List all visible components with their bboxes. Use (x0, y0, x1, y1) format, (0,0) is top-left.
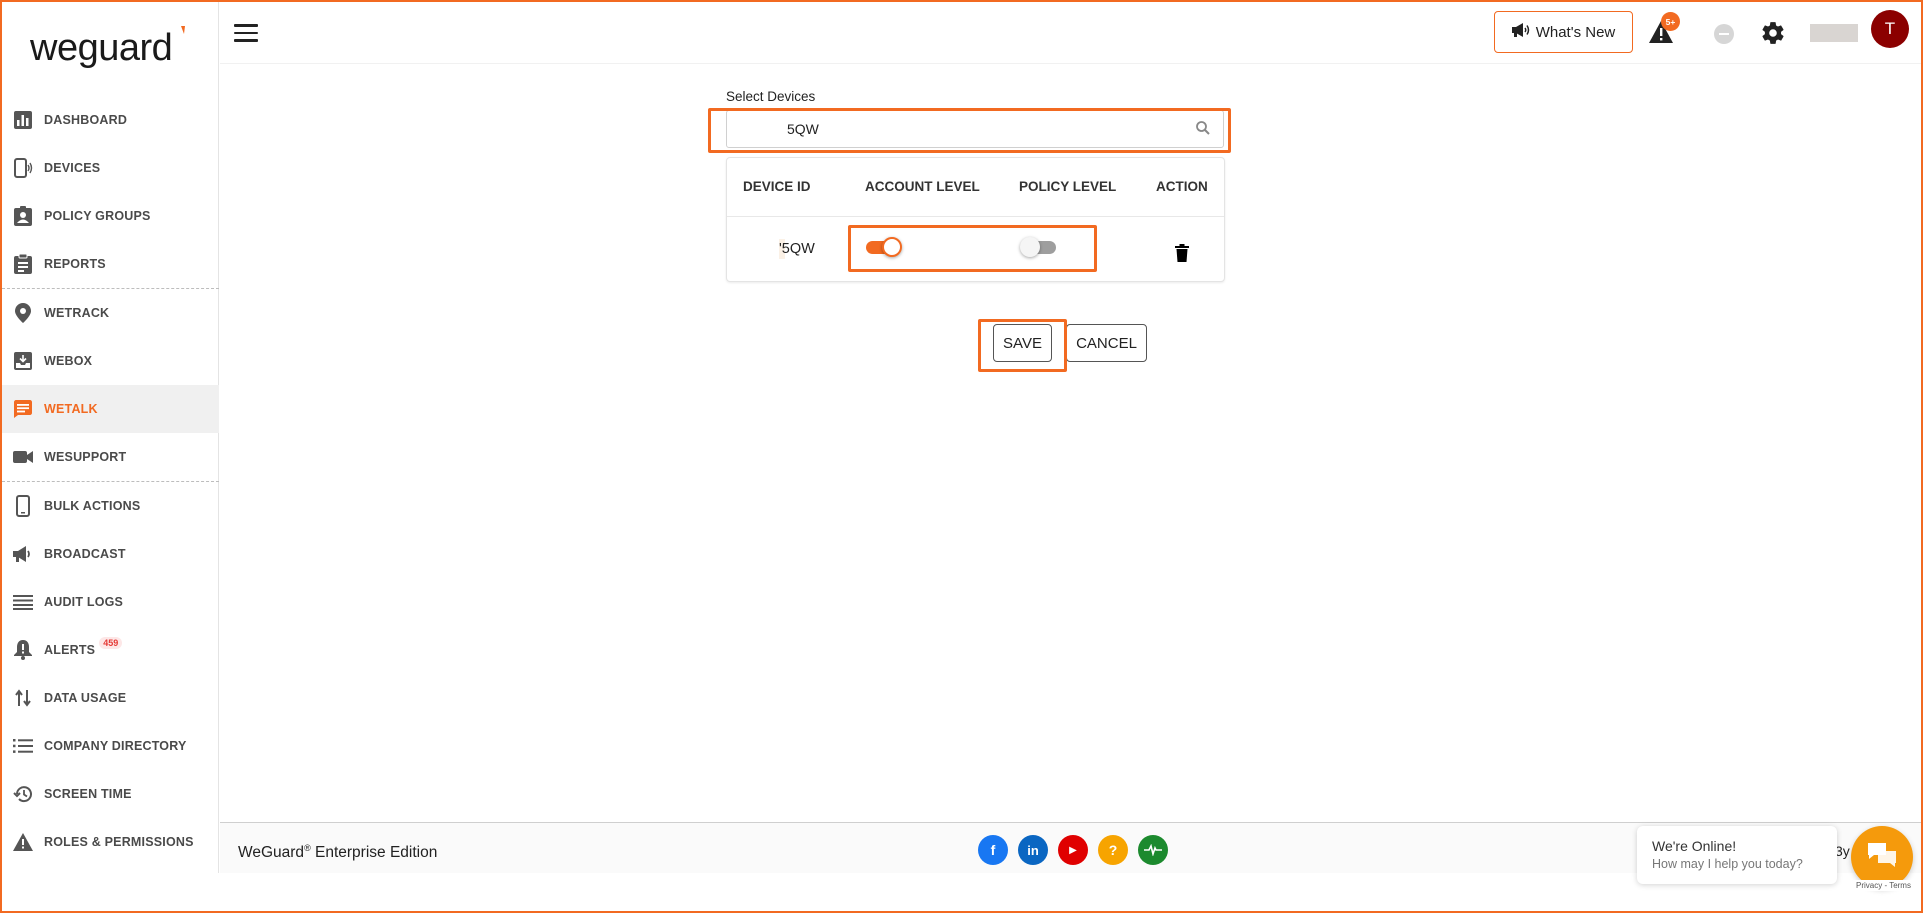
badge-icon (12, 205, 34, 227)
chat-launcher-button[interactable] (1851, 826, 1913, 888)
phone-icon (12, 495, 34, 517)
sidebar-item-label: DEVICES (44, 161, 101, 175)
sidebar-item-label: WESUPPORT (44, 450, 127, 464)
sidebar-item-label: AUDIT LOGS (44, 595, 124, 609)
linkedin-icon[interactable]: in (1018, 835, 1048, 865)
save-button[interactable]: SAVE (993, 324, 1052, 362)
chat-icon (12, 398, 34, 420)
table-row: '5QW (727, 217, 1224, 282)
sidebar-item-label: BULK ACTIONS (44, 499, 141, 513)
bulleted-list-icon (12, 735, 34, 757)
select-devices-label: Select Devices (726, 89, 816, 104)
sidebar-item-label: WETRACK (44, 306, 110, 320)
user-name-placeholder (1810, 24, 1858, 42)
policy-level-toggle[interactable] (1020, 237, 1058, 257)
cancel-button[interactable]: CANCEL (1066, 324, 1147, 362)
megaphone-icon (12, 543, 34, 565)
sidebar-item-policy-groups[interactable]: POLICY GROUPS (2, 192, 219, 240)
delete-icon[interactable] (1175, 244, 1189, 262)
bar-chart-icon (12, 109, 34, 131)
edition-text: WeGuard® Enterprise Edition (238, 843, 438, 862)
sidebar-item-audit-logs[interactable]: AUDIT LOGS (2, 578, 219, 626)
top-header: What's New 5+ T (220, 2, 1921, 64)
sidebar-item-label: POLICY GROUPS (44, 209, 151, 223)
whats-new-button[interactable]: What's New (1494, 11, 1633, 53)
arrows-updown-icon (12, 687, 34, 709)
clipboard-icon (12, 253, 34, 275)
svg-text:weguard: weguard (29, 27, 172, 69)
sidebar-item-label: WETALK (44, 402, 98, 416)
chat-subtitle: How may I help you today? (1652, 857, 1803, 871)
gear-icon[interactable] (1760, 20, 1786, 46)
sidebar-item-devices[interactable]: DEVICES (2, 144, 219, 192)
sidebar-item-bulk-actions[interactable]: BULK ACTIONS (2, 482, 219, 530)
sidebar-item-label: COMPANY DIRECTORY (44, 739, 187, 753)
bell-icon (12, 639, 34, 661)
devices-icon (12, 157, 34, 179)
sidebar-item-label: BROADCAST (44, 547, 126, 561)
youtube-icon[interactable]: ▶ (1058, 835, 1088, 865)
device-search-box (726, 110, 1224, 148)
status-pulse-icon[interactable] (1138, 835, 1168, 865)
device-id-cell: '5QW (779, 241, 815, 257)
facebook-icon[interactable]: f (978, 835, 1008, 865)
sidebar-item-broadcast[interactable]: BROADCAST (2, 530, 219, 578)
recaptcha-badge[interactable]: Privacy - Terms (1853, 880, 1914, 891)
sidebar-item-webox[interactable]: WEBOX (2, 337, 219, 385)
chat-title: We're Online! (1652, 838, 1737, 854)
status-indicator-icon (1714, 24, 1734, 44)
sidebar-item-dashboard[interactable]: DASHBOARD (2, 96, 219, 144)
sidebar-nav: DASHBOARD DEVICES POLICY GROUPS REPORTS (2, 96, 219, 866)
account-level-toggle[interactable] (864, 237, 902, 257)
whats-new-label: What's New (1535, 23, 1616, 41)
header-alert-count-badge: 5+ (1661, 12, 1680, 31)
video-camera-icon (12, 446, 34, 468)
inbox-icon (12, 350, 34, 372)
search-icon[interactable] (1195, 120, 1211, 136)
col-policy-level: POLICY LEVEL (1019, 179, 1117, 194)
warning-triangle-icon (12, 831, 34, 853)
sidebar-item-wetalk[interactable]: WETALK (2, 385, 219, 433)
sidebar-item-company-directory[interactable]: COMPANY DIRECTORY (2, 722, 219, 770)
chat-bubbles-icon (1866, 841, 1898, 874)
col-device-id: DEVICE ID (743, 179, 811, 194)
alerts-count-badge: 459 (99, 637, 123, 649)
sidebar-item-screen-time[interactable]: SCREEN TIME (2, 770, 219, 818)
sidebar-item-wetrack[interactable]: WETRACK (2, 289, 219, 337)
sidebar: weguard DASHBOARD DEVICES POLICY GROUPS (2, 2, 219, 873)
sidebar-item-wesupport[interactable]: WESUPPORT (2, 433, 219, 481)
sidebar-item-alerts[interactable]: ALERTS 459 (2, 626, 219, 674)
history-icon (12, 783, 34, 805)
weguard-logo: weguard (28, 20, 188, 72)
sidebar-item-label: DATA USAGE (44, 691, 127, 705)
sidebar-item-roles-permissions[interactable]: ROLES & PERMISSIONS (2, 818, 219, 866)
help-icon[interactable]: ? (1098, 835, 1128, 865)
sidebar-item-reports[interactable]: REPORTS (2, 240, 219, 288)
col-action: ACTION (1156, 179, 1208, 194)
sidebar-item-label: ALERTS (44, 643, 96, 657)
col-account-level: ACCOUNT LEVEL (865, 179, 980, 194)
device-search-input[interactable] (727, 111, 1187, 147)
sidebar-item-label: REPORTS (44, 257, 106, 271)
table-header-row: DEVICE ID ACCOUNT LEVEL POLICY LEVEL ACT… (727, 158, 1224, 217)
menu-toggle-icon[interactable] (234, 24, 258, 44)
selected-devices-table: DEVICE ID ACCOUNT LEVEL POLICY LEVEL ACT… (726, 157, 1225, 282)
chat-greeting-card[interactable]: We're Online! How may I help you today? (1637, 826, 1837, 884)
sidebar-item-label: DASHBOARD (44, 113, 128, 127)
location-pin-icon (12, 302, 34, 324)
avatar[interactable]: T (1871, 10, 1909, 48)
sidebar-item-label: ROLES & PERMISSIONS (44, 835, 194, 849)
sidebar-item-label: SCREEN TIME (44, 787, 132, 801)
list-lines-icon (12, 591, 34, 613)
footer-tail-text: 3y (1835, 843, 1850, 859)
sidebar-item-label: WEBOX (44, 354, 93, 368)
sidebar-item-data-usage[interactable]: DATA USAGE (2, 674, 219, 722)
megaphone-icon (1511, 22, 1532, 42)
